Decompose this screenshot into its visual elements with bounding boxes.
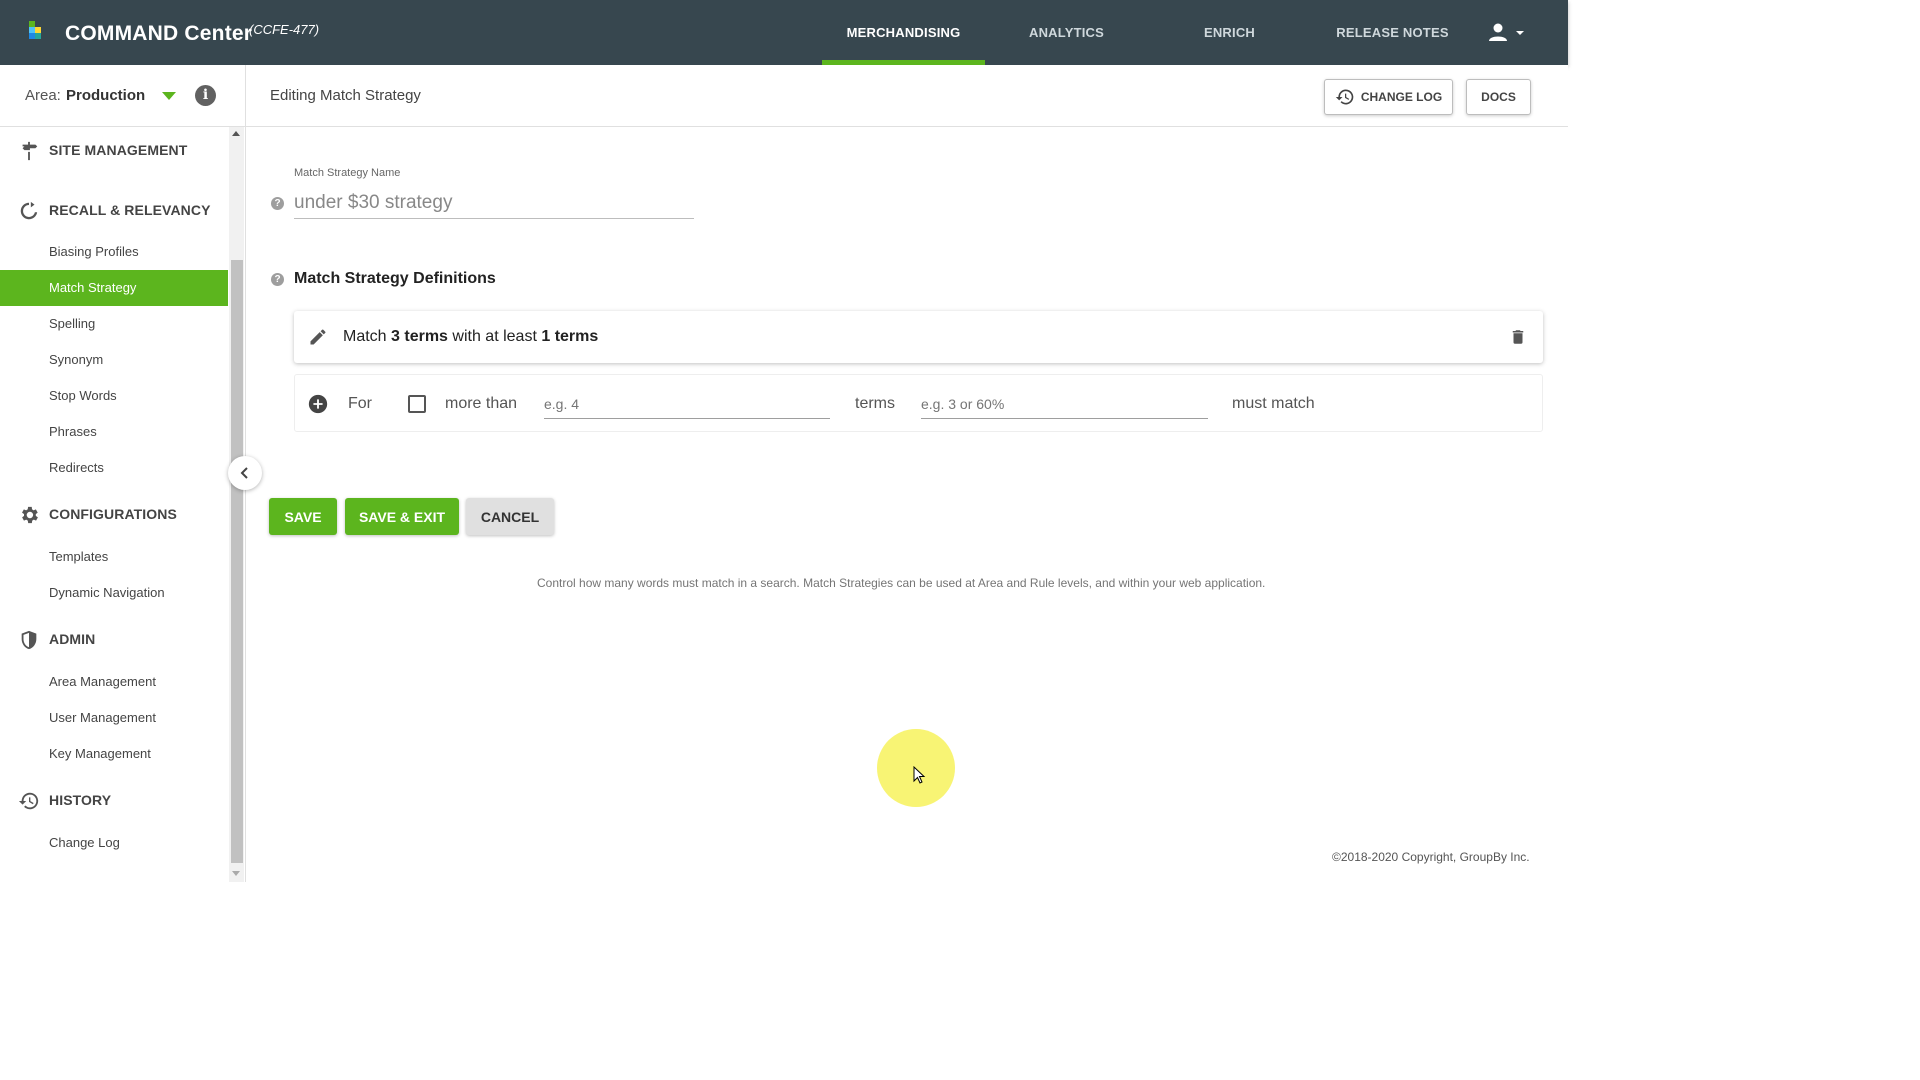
section-history[interactable]: HISTORY xyxy=(0,783,228,819)
scroll-up-arrow-icon[interactable] xyxy=(232,131,240,136)
section-title: HISTORY xyxy=(49,792,112,808)
tab-analytics[interactable]: ANALYTICS xyxy=(985,0,1148,65)
section-admin[interactable]: ADMIN xyxy=(0,622,228,658)
terms-label: terms xyxy=(855,395,895,412)
app-title: COMMAND Center xyxy=(65,22,253,45)
sidebar-item-synonym[interactable]: Synonym xyxy=(0,342,228,378)
chevron-left-icon xyxy=(240,467,248,479)
definition-card[interactable]: Match 3 terms with at least 1 terms xyxy=(294,311,1543,363)
docs-label: DOCS xyxy=(1481,90,1516,104)
area-value[interactable]: Production xyxy=(66,87,145,104)
tab-merchandising[interactable]: MERCHANDISING xyxy=(822,0,985,65)
new-definition-row: For more than terms must match xyxy=(294,374,1543,432)
definition-prefix: Match xyxy=(343,328,387,345)
user-menu-button[interactable] xyxy=(1488,22,1528,44)
more-than-checkbox[interactable] xyxy=(408,395,426,413)
section-title: SITE MANAGEMENT xyxy=(49,142,188,158)
shield-icon xyxy=(21,630,37,650)
definitions-title: Match Strategy Definitions xyxy=(294,270,496,287)
section-title: CONFIGURATIONS xyxy=(49,506,177,522)
must-match-label: must match xyxy=(1232,395,1315,412)
definition-text: Match 3 terms with at least 1 terms xyxy=(343,328,598,346)
sub-header: Area: Production i Editing Match Strateg… xyxy=(0,65,1568,127)
sidebar-item-redirects[interactable]: Redirects xyxy=(0,450,228,486)
definition-terms-count: 3 terms xyxy=(391,328,448,345)
area-dropdown-caret-icon[interactable] xyxy=(162,92,176,100)
mouse-cursor-icon xyxy=(913,766,926,784)
refresh-circle-icon xyxy=(20,201,38,220)
must-match-input[interactable] xyxy=(921,389,1208,419)
info-icon[interactable]: i xyxy=(195,85,216,106)
collapse-sidebar-button[interactable] xyxy=(228,456,262,490)
page-title: Editing Match Strategy xyxy=(270,87,421,104)
sidebar-item-change-log[interactable]: Change Log xyxy=(0,825,228,861)
groupby-logo xyxy=(29,21,45,45)
sidebar-item-key-management[interactable]: Key Management xyxy=(0,736,228,772)
section-title: ADMIN xyxy=(49,631,96,647)
section-configurations[interactable]: CONFIGURATIONS xyxy=(0,497,228,533)
sidebar-item-user-management[interactable]: User Management xyxy=(0,700,228,736)
caret-down-icon xyxy=(1516,31,1524,35)
definition-middle: with at least xyxy=(452,328,537,345)
app-version-tag: (CCFE-477) xyxy=(249,22,320,37)
sidebar-item-templates[interactable]: Templates xyxy=(0,539,228,575)
tab-release-notes[interactable]: RELEASE NOTES xyxy=(1311,0,1474,65)
sidebar-item-stop-words[interactable]: Stop Words xyxy=(0,378,228,414)
account-icon xyxy=(1489,23,1524,41)
area-selector[interactable]: Area: Production i xyxy=(0,65,246,127)
tab-enrich[interactable]: ENRICH xyxy=(1148,0,1311,65)
definition-min-terms: 1 terms xyxy=(541,328,599,345)
gear-icon xyxy=(22,506,38,524)
change-log-label: CHANGE LOG xyxy=(1360,90,1443,104)
terms-count-input[interactable] xyxy=(544,389,830,419)
help-icon[interactable]: ? xyxy=(271,197,284,210)
sidebar-item-phrases[interactable]: Phrases xyxy=(0,414,228,450)
sidebar-item-biasing-profiles[interactable]: Biasing Profiles xyxy=(0,234,228,270)
strategy-name-input[interactable] xyxy=(294,188,694,219)
more-than-label: more than xyxy=(445,395,518,412)
change-log-button[interactable]: CHANGE LOG xyxy=(1324,79,1453,115)
for-label: For xyxy=(348,395,372,412)
sidebar-item-match-strategy[interactable]: Match Strategy xyxy=(0,270,228,306)
trash-icon[interactable] xyxy=(1509,327,1527,347)
copyright: ©2018-2020 Copyright, GroupBy Inc. xyxy=(1332,850,1530,864)
section-recall-relevancy[interactable]: RECALL & RELEVANCY xyxy=(0,193,228,229)
scroll-down-arrow-icon[interactable] xyxy=(232,871,240,876)
cancel-button[interactable]: CANCEL xyxy=(466,498,554,535)
sidebar-scrollbar-thumb[interactable] xyxy=(231,260,243,863)
save-button[interactable]: SAVE xyxy=(269,498,337,535)
history-icon xyxy=(18,792,39,810)
sidebar-item-spelling[interactable]: Spelling xyxy=(0,306,228,342)
sidebar-item-area-management[interactable]: Area Management xyxy=(0,664,228,700)
top-bar: COMMAND Center (CCFE-477) MERCHANDISING … xyxy=(0,0,1568,65)
section-site-management[interactable]: SITE MANAGEMENT xyxy=(0,133,228,169)
edit-pencil-icon[interactable] xyxy=(308,327,328,347)
docs-button[interactable]: DOCS xyxy=(1466,79,1531,115)
area-label: Area: xyxy=(25,87,61,104)
help-text: Control how many words must match in a s… xyxy=(537,576,1266,590)
save-and-exit-button[interactable]: SAVE & EXIT xyxy=(345,498,459,535)
signpost-icon xyxy=(22,141,38,161)
history-icon xyxy=(1335,89,1354,105)
section-title: RECALL & RELEVANCY xyxy=(49,202,211,218)
add-circle-icon[interactable] xyxy=(307,393,329,415)
help-icon[interactable]: ? xyxy=(271,273,284,286)
sidebar-item-dynamic-navigation[interactable]: Dynamic Navigation xyxy=(0,575,228,611)
strategy-name-label: Match Strategy Name xyxy=(294,167,401,179)
sidebar: SITE MANAGEMENT RECALL & RELEVANCY Biasi… xyxy=(0,127,246,882)
